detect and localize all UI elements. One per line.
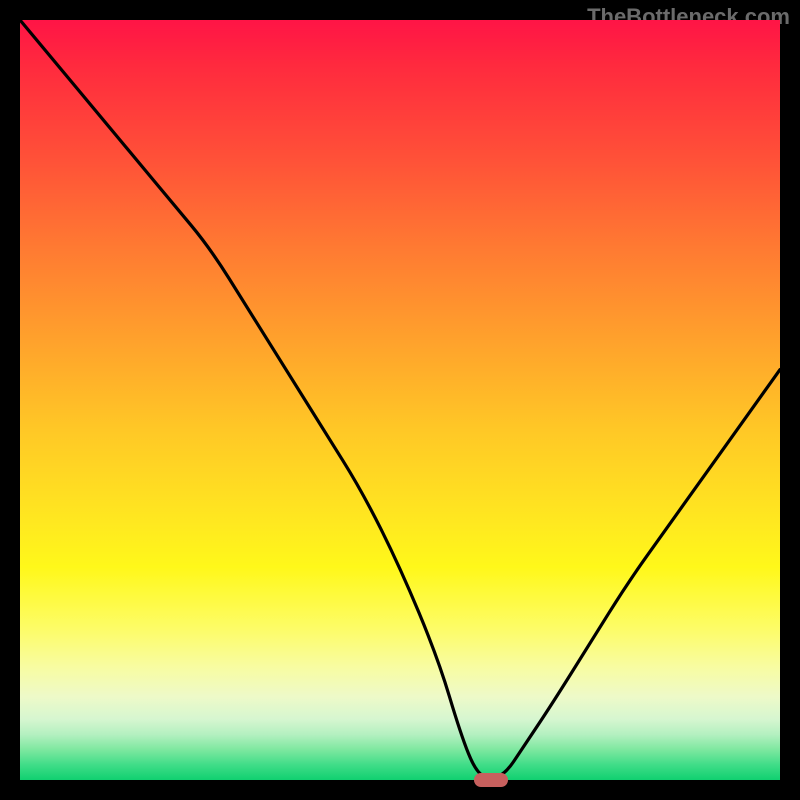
bottleneck-curve	[20, 20, 780, 780]
chart-frame: TheBottleneck.com	[0, 0, 800, 800]
plot-area	[20, 20, 780, 780]
optimal-marker	[474, 773, 508, 787]
